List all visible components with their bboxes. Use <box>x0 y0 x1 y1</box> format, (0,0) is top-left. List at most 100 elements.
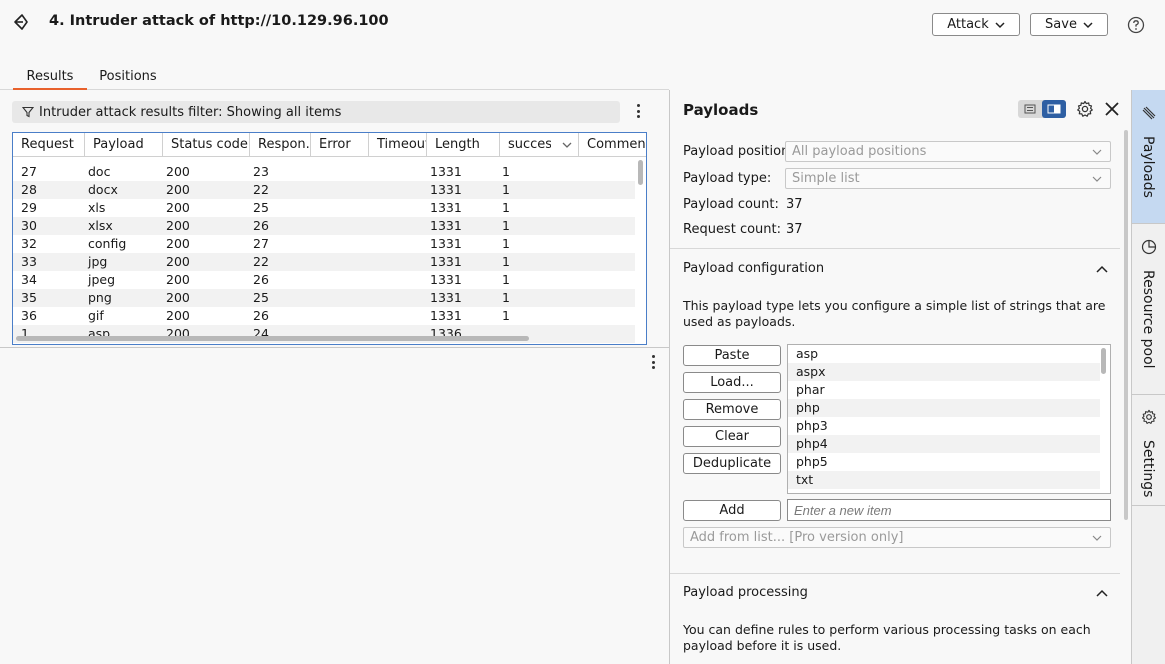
cell: xls <box>88 200 106 215</box>
list-item[interactable]: php3 <box>788 417 1100 435</box>
cell: gif <box>88 308 104 323</box>
tab-results[interactable]: Results <box>13 69 87 90</box>
pane-divider[interactable] <box>0 347 669 348</box>
table-horizontal-scrollbar[interactable] <box>16 336 529 341</box>
list-item[interactable]: php4 <box>788 435 1100 453</box>
chevron-up-icon[interactable] <box>1096 265 1108 273</box>
list-scrollbar[interactable] <box>1101 348 1106 374</box>
payload-configuration-title: Payload configuration <box>683 261 825 276</box>
table-row[interactable]: 34 jpeg 200 26 1331 1 <box>13 271 635 289</box>
help-icon[interactable] <box>1127 16 1145 34</box>
payload-list[interactable]: asp aspx phar php php3 php4 php5 txt <box>787 344 1111 494</box>
cell: xlsx <box>88 218 113 233</box>
cell: 1331 <box>430 308 462 323</box>
table-vertical-scrollbar[interactable] <box>638 160 643 185</box>
cell: 1331 <box>430 200 462 215</box>
table-row[interactable]: 33 jpg 200 22 1331 1 <box>13 253 635 271</box>
sidetab-settings[interactable]: Settings <box>1132 395 1165 505</box>
column-header[interactable]: Request <box>13 133 85 157</box>
cell: 1331 <box>430 254 462 269</box>
column-header[interactable]: successf... <box>500 133 551 157</box>
list-item[interactable]: aspx <box>788 363 1100 381</box>
add-from-list-value: Add from list... [Pro version only] <box>690 530 904 545</box>
table-row[interactable]: 29 xls 200 25 1331 1 <box>13 199 635 217</box>
results-filter-bar[interactable]: Intruder attack results filter: Showing … <box>12 101 620 123</box>
attack-button-label: Attack <box>947 17 989 32</box>
table-row[interactable]: 30 xlsx 200 26 1331 1 <box>13 217 635 235</box>
load-button[interactable]: Load... <box>683 372 781 393</box>
cell: 200 <box>166 236 190 251</box>
sort-indicator[interactable] <box>551 133 579 157</box>
close-icon[interactable] <box>1104 101 1120 117</box>
new-item-input[interactable] <box>787 499 1111 521</box>
chevron-down-icon <box>1083 21 1093 28</box>
add-button[interactable]: Add <box>683 500 781 521</box>
cell: 1331 <box>430 272 462 287</box>
remove-button[interactable]: Remove <box>683 399 781 420</box>
sidetab-label: Payloads <box>1140 136 1156 198</box>
layout-horizontal-option[interactable] <box>1018 100 1042 118</box>
cell: 1 <box>502 272 510 287</box>
cell: 25 <box>253 290 269 305</box>
table-row[interactable]: 28 docx 200 22 1331 1 <box>13 181 635 199</box>
deduplicate-button[interactable]: Deduplicate <box>683 453 781 474</box>
attack-button[interactable]: Attack <box>932 13 1020 36</box>
payload-position-select[interactable]: All payload positions <box>785 141 1111 162</box>
payload-type-label: Payload type: <box>683 171 772 186</box>
cell: 1 <box>502 182 510 197</box>
cell: 34 <box>21 272 37 287</box>
save-button[interactable]: Save <box>1030 13 1108 36</box>
table-row[interactable]: 36 gif 200 26 1331 1 <box>13 307 635 325</box>
panel-title: Payloads <box>683 101 759 119</box>
gear-icon[interactable] <box>1076 100 1094 118</box>
chevron-down-icon <box>1092 535 1102 541</box>
panel-scrollbar[interactable] <box>1124 130 1128 520</box>
column-header[interactable]: Commen <box>579 133 646 157</box>
column-header[interactable]: Status code <box>163 133 250 157</box>
list-item[interactable]: php <box>788 399 1100 417</box>
window-title: 4. Intruder attack of http://10.129.96.1… <box>49 13 389 29</box>
cell: 1331 <box>430 218 462 233</box>
layout-toggle[interactable] <box>1018 100 1066 118</box>
sidetab-resource-pool[interactable]: Resource pool <box>1132 224 1165 394</box>
cell: 1 <box>502 308 510 323</box>
column-header[interactable]: Timeout <box>369 133 427 157</box>
list-item[interactable]: txt <box>788 471 1100 489</box>
filter-menu-icon[interactable] <box>636 104 640 118</box>
column-header[interactable]: Respon... <box>250 133 311 157</box>
chevron-up-icon[interactable] <box>1096 589 1108 597</box>
table-row[interactable]: 35 png 200 25 1331 1 <box>13 289 635 307</box>
cell: 200 <box>166 254 190 269</box>
cell: 28 <box>21 182 37 197</box>
column-header[interactable]: Payload <box>85 133 163 157</box>
payload-type-value: Simple list <box>792 171 860 186</box>
cell: 30 <box>21 218 37 233</box>
clear-button[interactable]: Clear <box>683 426 781 447</box>
side-tab-bar: Payloads Resource pool Settings <box>1131 90 1165 664</box>
sidetab-payloads[interactable]: Payloads <box>1132 90 1165 223</box>
list-item[interactable]: php5 <box>788 453 1100 471</box>
table-row[interactable]: 27 doc 200 23 1331 1 <box>13 163 635 181</box>
table-row[interactable]: 32 config 200 27 1331 1 <box>13 235 635 253</box>
column-header[interactable]: Error <box>311 133 369 157</box>
list-item[interactable]: phar <box>788 381 1100 399</box>
cell: 32 <box>21 236 37 251</box>
tab-positions[interactable]: Positions <box>94 69 162 90</box>
detail-menu-icon[interactable] <box>651 355 655 369</box>
back-arrow-icon[interactable] <box>12 13 30 31</box>
cell: 26 <box>253 272 269 287</box>
paste-button[interactable]: Paste <box>683 345 781 366</box>
add-from-list-select[interactable]: Add from list... [Pro version only] <box>683 527 1111 548</box>
title-bar: 4. Intruder attack of http://10.129.96.1… <box>0 0 1165 50</box>
cell: 36 <box>21 308 37 323</box>
cell: 200 <box>166 218 190 233</box>
column-header[interactable]: Length <box>427 133 500 157</box>
cell: 200 <box>166 200 190 215</box>
list-item[interactable]: asp <box>788 345 1100 363</box>
results-pane: Intruder attack results filter: Showing … <box>0 90 669 664</box>
layout-vertical-option[interactable] <box>1042 100 1066 118</box>
cell: 33 <box>21 254 37 269</box>
filter-text: Intruder attack results filter: Showing … <box>39 104 342 120</box>
payload-type-select[interactable]: Simple list <box>785 168 1111 189</box>
cell: jpg <box>88 254 108 269</box>
